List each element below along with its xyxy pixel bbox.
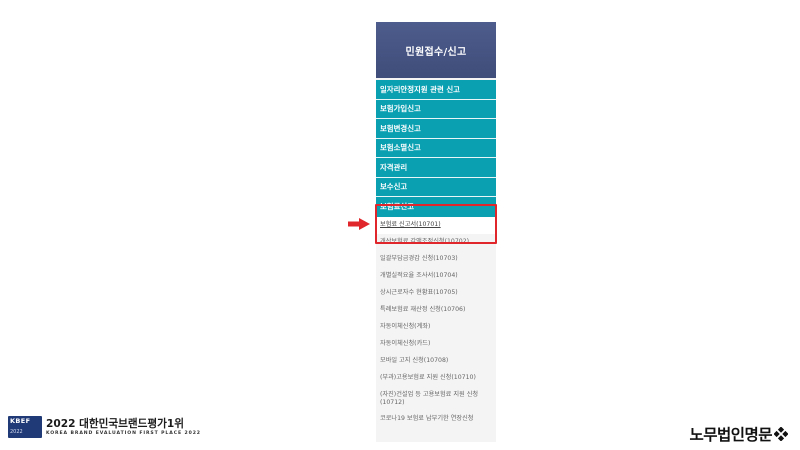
menu-item-insurance-join[interactable]: 보험가입신고 [376,99,496,119]
award-logo-year: 2022 [10,429,23,435]
submenu-item[interactable]: (자진)건설업 등 고용보험료 지원 신청(10712) [376,387,496,411]
award-subtitle: KOREA BRAND EVALUATION FIRST PLACE 2022 [46,431,201,436]
brand-name: 노무법인명문 [689,426,772,444]
submenu-item[interactable]: 개별실적요율 조사서(10704) [376,268,496,285]
submenu-item[interactable]: 코로나19 보험료 납부기한 연장신청 [376,411,496,428]
menu-item-qualification[interactable]: 자격관리 [376,158,496,178]
submenu-item[interactable]: 자동이체신청(계좌) [376,319,496,336]
submenu-item[interactable]: 일괄부담금경감 신청(10703) [376,251,496,268]
submenu-item[interactable]: 모바일 고지 신청(10708) [376,353,496,370]
award-logo-text: KBEF [10,417,31,425]
menu-item-employment-support[interactable]: 일자리안정지원 관련 신고 [376,80,496,100]
menu-item-insurance-change[interactable]: 보험변경신고 [376,119,496,139]
menu-item-insurance-loss[interactable]: 보험소멸신고 [376,138,496,158]
submenu-item[interactable]: 상시근로자수 현황표(10705) [376,285,496,302]
menu-item-wage-report[interactable]: 보수신고 [376,177,496,197]
red-arrow-icon [348,218,370,230]
award-badge: KBEF 2022 2022 대한민국브랜드평가1위 KOREA BRAND E… [8,416,201,438]
highlight-box [375,204,497,244]
submenu-item[interactable]: (부과)고용보험료 지원 신청(10710) [376,370,496,387]
brand-logo: 노무법인명문 [689,423,788,445]
award-title: 2022 대한민국브랜드평가1위 [46,418,185,430]
submenu-item[interactable]: 자동이체신청(카드) [376,336,496,353]
submenu-item[interactable]: 특례보험료 재산정 신청(10706) [376,302,496,319]
menu-title: 민원접수/신고 [376,22,496,78]
premium-submenu: 보험료 신고서(10701) 개산보험료 감액조정신청(10702) 일괄부담금… [376,216,496,428]
clover-icon [774,427,788,441]
award-logo: KBEF 2022 [8,416,42,438]
